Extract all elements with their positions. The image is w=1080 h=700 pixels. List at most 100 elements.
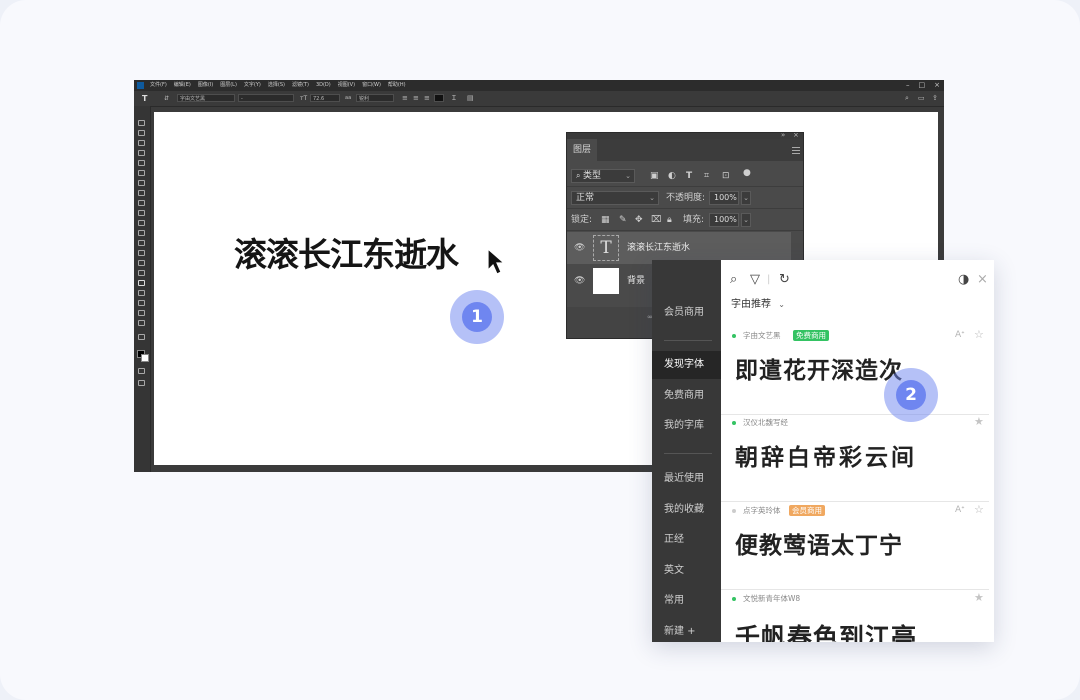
menu-help[interactable]: 帮助(H) (388, 82, 406, 89)
align-left-icon[interactable]: ≡ (402, 94, 408, 103)
filter-smart-object-icon[interactable]: ⊡ (722, 170, 730, 182)
menu-image[interactable]: 图像(I) (198, 82, 213, 89)
search-icon[interactable]: ⌕ (730, 273, 737, 287)
fill-dropdown[interactable]: ⌄ (741, 213, 751, 227)
align-right-icon[interactable]: ≡ (424, 94, 430, 103)
healing-tool-icon[interactable] (138, 190, 145, 196)
minimize-icon[interactable]: – (906, 81, 910, 89)
opacity-dropdown[interactable]: ⌄ (741, 191, 751, 205)
lock-transparent-icon[interactable]: ▦ (601, 214, 610, 226)
blend-mode-select[interactable]: 正常 ⌄ (571, 191, 659, 205)
screen-mode-icon[interactable] (138, 380, 145, 386)
quick-mask-icon[interactable] (138, 368, 145, 374)
sidebar-item-new[interactable]: 新建 + (652, 618, 721, 642)
panel-menu-icon[interactable] (792, 147, 800, 154)
star-filled-icon[interactable]: ★ (974, 591, 984, 605)
crop-tool-icon[interactable] (138, 160, 145, 166)
menu-filter[interactable]: 滤镜(T) (292, 82, 309, 89)
gradient-tool-icon[interactable] (138, 240, 145, 246)
history-brush-tool-icon[interactable] (138, 220, 145, 226)
tab-layers[interactable]: 图层 (567, 139, 597, 161)
filter-kind-select[interactable]: ⌕ 类型 ⌄ (571, 169, 635, 183)
brush-tool-icon[interactable] (138, 200, 145, 206)
close-icon[interactable]: × (977, 273, 988, 287)
align-center-icon[interactable]: ≡ (413, 94, 419, 103)
warp-text-icon[interactable]: Ɪ (452, 94, 456, 103)
sidebar-item-discover[interactable]: 发现字体 (652, 351, 721, 379)
fill-input[interactable]: 100% (709, 213, 739, 227)
refresh-icon[interactable]: ↻ (779, 273, 790, 287)
font-card[interactable]: 文悦新青年体W8 ★ 千帆春色到江亭 (721, 591, 989, 642)
star-icon[interactable]: ☆ (974, 503, 984, 517)
filter-type-icon[interactable]: T (686, 170, 692, 182)
sidebar-item-serious[interactable]: 正经 (652, 526, 721, 554)
star-filled-icon[interactable]: ★ (974, 415, 984, 429)
pen-tool-icon[interactable] (138, 270, 145, 276)
magic-wand-tool-icon[interactable] (138, 150, 145, 156)
eye-icon[interactable]: 👁︎ (574, 276, 585, 286)
move-tool-icon[interactable] (138, 120, 145, 126)
menu-window[interactable]: 窗口(W) (362, 82, 381, 89)
menu-view[interactable]: 视图(V) (338, 82, 355, 89)
lasso-tool-icon[interactable] (138, 140, 145, 146)
star-icon[interactable]: ☆ (974, 328, 984, 342)
filter-pixel-icon[interactable]: ▣ (650, 170, 659, 182)
menu-file[interactable]: 文件(F) (150, 82, 167, 89)
sidebar-item-common[interactable]: 常用 (652, 587, 721, 615)
font-card[interactable]: 点字英玲体 会员商用 Aᐩ ☆ 便教莺语太丁宁 (721, 503, 989, 590)
sidebar-item-recent[interactable]: 最近使用 (652, 465, 721, 493)
font-family-select[interactable]: 字由文艺黑 (177, 94, 235, 102)
menu-edit[interactable]: 编辑(E) (174, 82, 191, 89)
lock-image-icon[interactable]: ✎ (619, 214, 627, 226)
filter-toggle-icon[interactable]: ● (743, 167, 751, 179)
menu-select[interactable]: 选择(S) (268, 82, 285, 89)
color-swatch[interactable] (434, 94, 444, 102)
anti-alias-select[interactable]: 锐利 (356, 94, 394, 102)
close-icon[interactable]: × (934, 81, 940, 89)
menu-3d[interactable]: 3D(D) (316, 82, 331, 89)
font-size-select[interactable]: 72.6 (310, 94, 340, 102)
eraser-tool-icon[interactable] (138, 230, 145, 236)
eyedropper-tool-icon[interactable] (138, 180, 145, 186)
lock-artboard-icon[interactable]: ⌧ (651, 214, 661, 226)
path-select-tool-icon[interactable] (138, 290, 145, 296)
sidebar-item-vip-commercial[interactable]: 会员商用 (652, 299, 721, 327)
opacity-input[interactable]: 100% (709, 191, 739, 205)
eye-icon[interactable]: 👁︎ (574, 243, 585, 253)
workspace-icon[interactable]: ▭ (918, 94, 925, 103)
close-panel-icon[interactable]: × (793, 133, 799, 139)
more-tools-icon[interactable] (138, 334, 145, 340)
orientation-icon[interactable]: ⇵ (164, 94, 169, 103)
type-tool-icon[interactable] (138, 280, 145, 286)
activate-font-icon[interactable]: Aᐩ (955, 328, 965, 342)
filter-adjustment-icon[interactable]: ◐ (668, 170, 676, 182)
font-card[interactable]: 字由文艺黑 免费商用 Aᐩ ☆ 即遣花开深造次 (721, 328, 989, 415)
menu-layer[interactable]: 图层(L) (220, 82, 237, 89)
canvas-text-layer[interactable]: 滚滚长江东逝水 (234, 228, 459, 276)
share-icon[interactable]: ⇪ (932, 94, 938, 103)
font-style-select[interactable]: - (238, 94, 294, 102)
theme-toggle-icon[interactable]: ◑ (958, 273, 969, 287)
stamp-tool-icon[interactable] (138, 210, 145, 216)
dodge-tool-icon[interactable] (138, 260, 145, 266)
filter-shape-icon[interactable]: ⌗ (704, 170, 709, 182)
activate-font-icon[interactable]: Aᐩ (955, 503, 965, 517)
background-color-swatch[interactable] (141, 354, 149, 362)
blur-tool-icon[interactable] (138, 250, 145, 256)
sidebar-item-english[interactable]: 英文 (652, 557, 721, 585)
frame-tool-icon[interactable] (138, 170, 145, 176)
lock-all-icon[interactable]: 🔒︎ (667, 214, 672, 226)
maximize-icon[interactable]: □ (919, 81, 926, 89)
lock-position-icon[interactable]: ✥ (635, 214, 643, 226)
sidebar-item-my-library[interactable]: 我的字库 (652, 412, 721, 440)
menu-type[interactable]: 文字(Y) (244, 82, 261, 89)
text-tool-icon[interactable]: T (142, 94, 147, 103)
panels-icon[interactable]: ▤ (467, 94, 474, 103)
hand-tool-icon[interactable] (138, 310, 145, 316)
sidebar-item-favorites[interactable]: 我的收藏 (652, 496, 721, 524)
collapse-panel-icon[interactable]: » (781, 133, 785, 139)
zoom-tool-icon[interactable] (138, 320, 145, 326)
shape-tool-icon[interactable] (138, 300, 145, 306)
marquee-tool-icon[interactable] (138, 130, 145, 136)
search-icon[interactable]: ⌕ (905, 94, 909, 103)
